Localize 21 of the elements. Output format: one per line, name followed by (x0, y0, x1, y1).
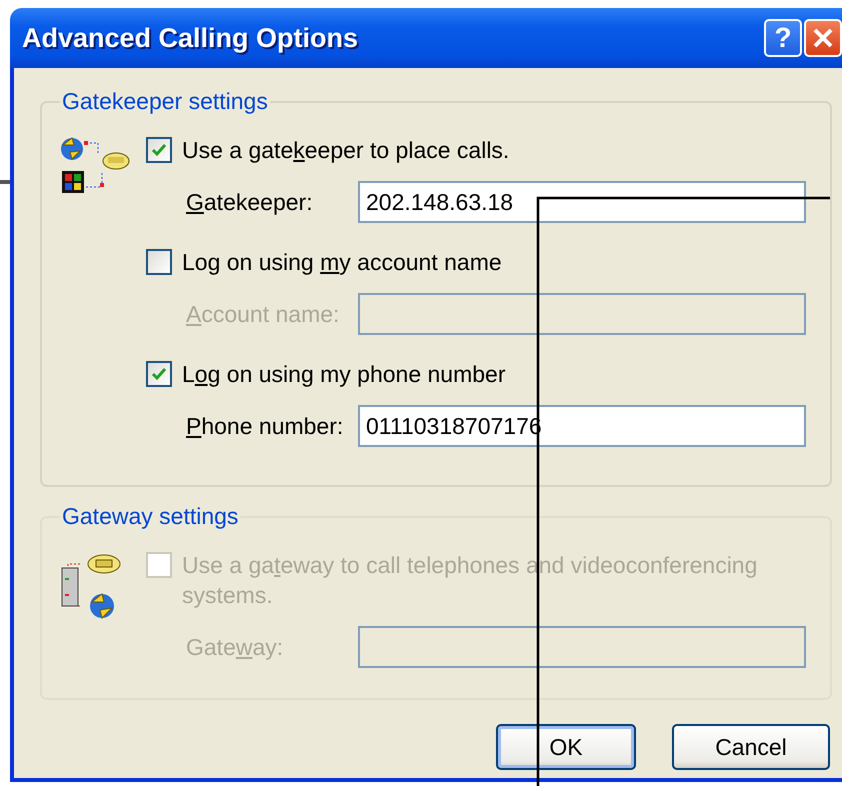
check-icon (151, 367, 167, 381)
check-icon (151, 143, 167, 157)
checkbox[interactable] (146, 249, 172, 275)
help-button[interactable]: ? (764, 19, 802, 57)
field-label: Gateway: (186, 634, 284, 660)
group-title: Gatekeeper settings (61, 88, 269, 115)
checkbox[interactable] (146, 137, 172, 163)
ok-button[interactable]: OK (496, 724, 636, 770)
checkbox-label: Log on using my account name (182, 248, 502, 277)
field-label: Gatekeeper: (186, 188, 314, 216)
field-label: Account name: (186, 300, 340, 328)
field-label: Phone number: (186, 412, 344, 440)
cancel-button[interactable]: Cancel (672, 724, 830, 770)
checkbox-label: Log on using my phone number (182, 360, 506, 389)
close-button[interactable] (804, 19, 842, 57)
window-title: Advanced Calling Options (22, 22, 360, 54)
checkbox-label: Use a gatekeeper to place calls. (182, 136, 510, 165)
close-icon (812, 27, 834, 49)
input-field[interactable]: 202.148.63.18 (358, 181, 806, 223)
group-title: Gateway settings (61, 503, 240, 530)
checkbox[interactable] (146, 361, 172, 387)
